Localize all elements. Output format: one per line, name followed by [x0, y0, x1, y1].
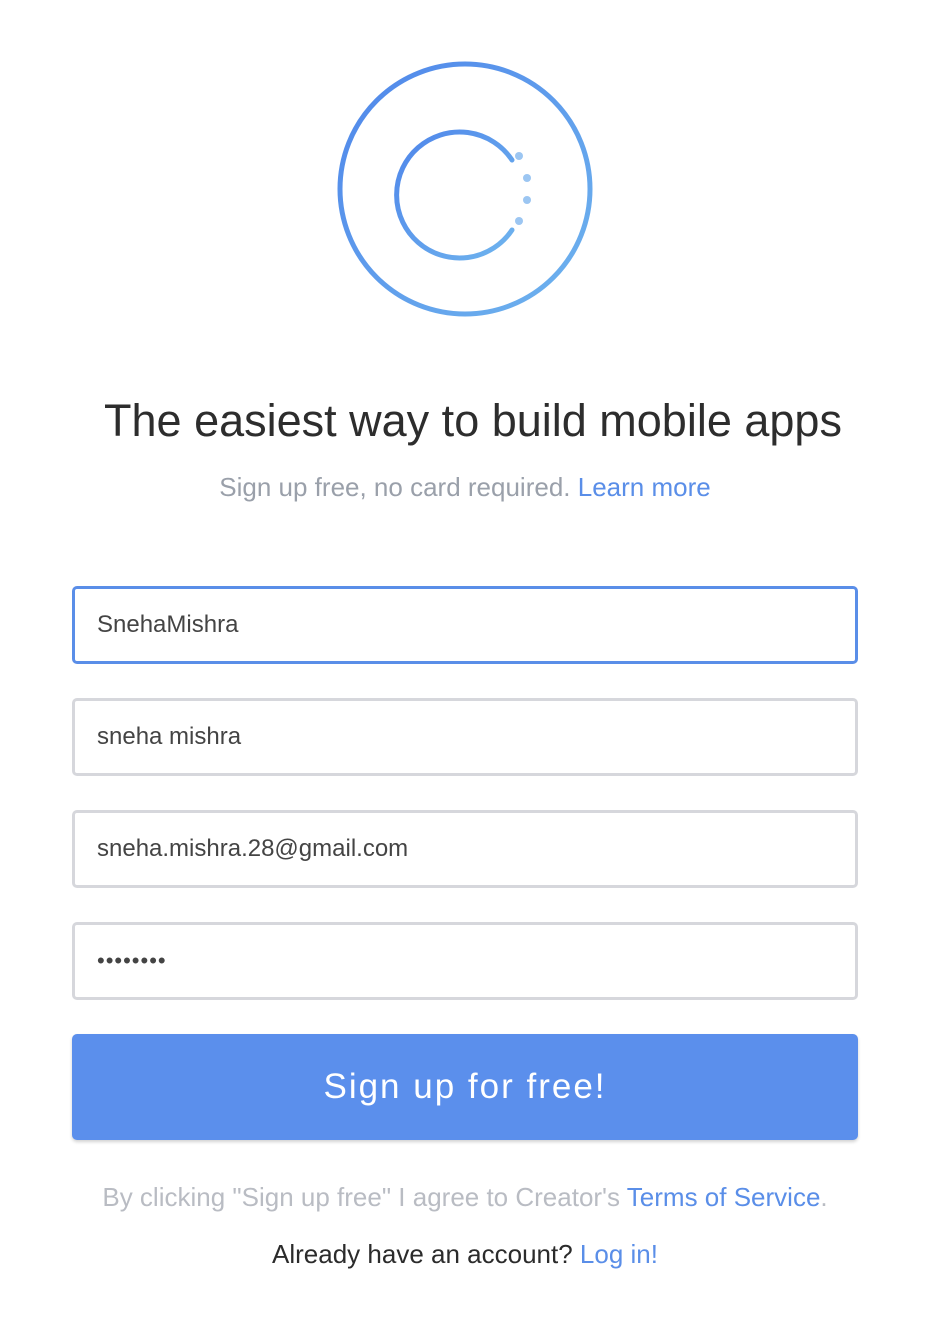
username-input[interactable]: [72, 586, 858, 664]
learn-more-link[interactable]: Learn more: [578, 472, 711, 502]
creator-logo-icon: [337, 61, 593, 317]
login-prompt: Already have an account? Log in!: [0, 1237, 930, 1271]
page-title: The easiest way to build mobile apps: [104, 395, 842, 446]
terms-of-service-link[interactable]: Terms of Service: [627, 1182, 821, 1212]
subheading: Sign up free, no card required. Learn mo…: [0, 470, 930, 504]
email-input[interactable]: [72, 810, 858, 888]
terms-text: By clicking "Sign up free" I agree to Cr…: [102, 1182, 621, 1212]
login-prompt-text: Already have an account?: [272, 1239, 573, 1269]
subheading-text: Sign up free, no card required.: [219, 472, 571, 502]
full-name-input[interactable]: [72, 698, 858, 776]
log-in-link[interactable]: Log in!: [580, 1239, 658, 1269]
terms-notice: By clicking "Sign up free" I agree to Cr…: [0, 1180, 930, 1214]
sign-up-button[interactable]: Sign up for free!: [72, 1034, 858, 1140]
terms-period: .: [820, 1182, 828, 1212]
password-input[interactable]: [72, 922, 858, 1000]
